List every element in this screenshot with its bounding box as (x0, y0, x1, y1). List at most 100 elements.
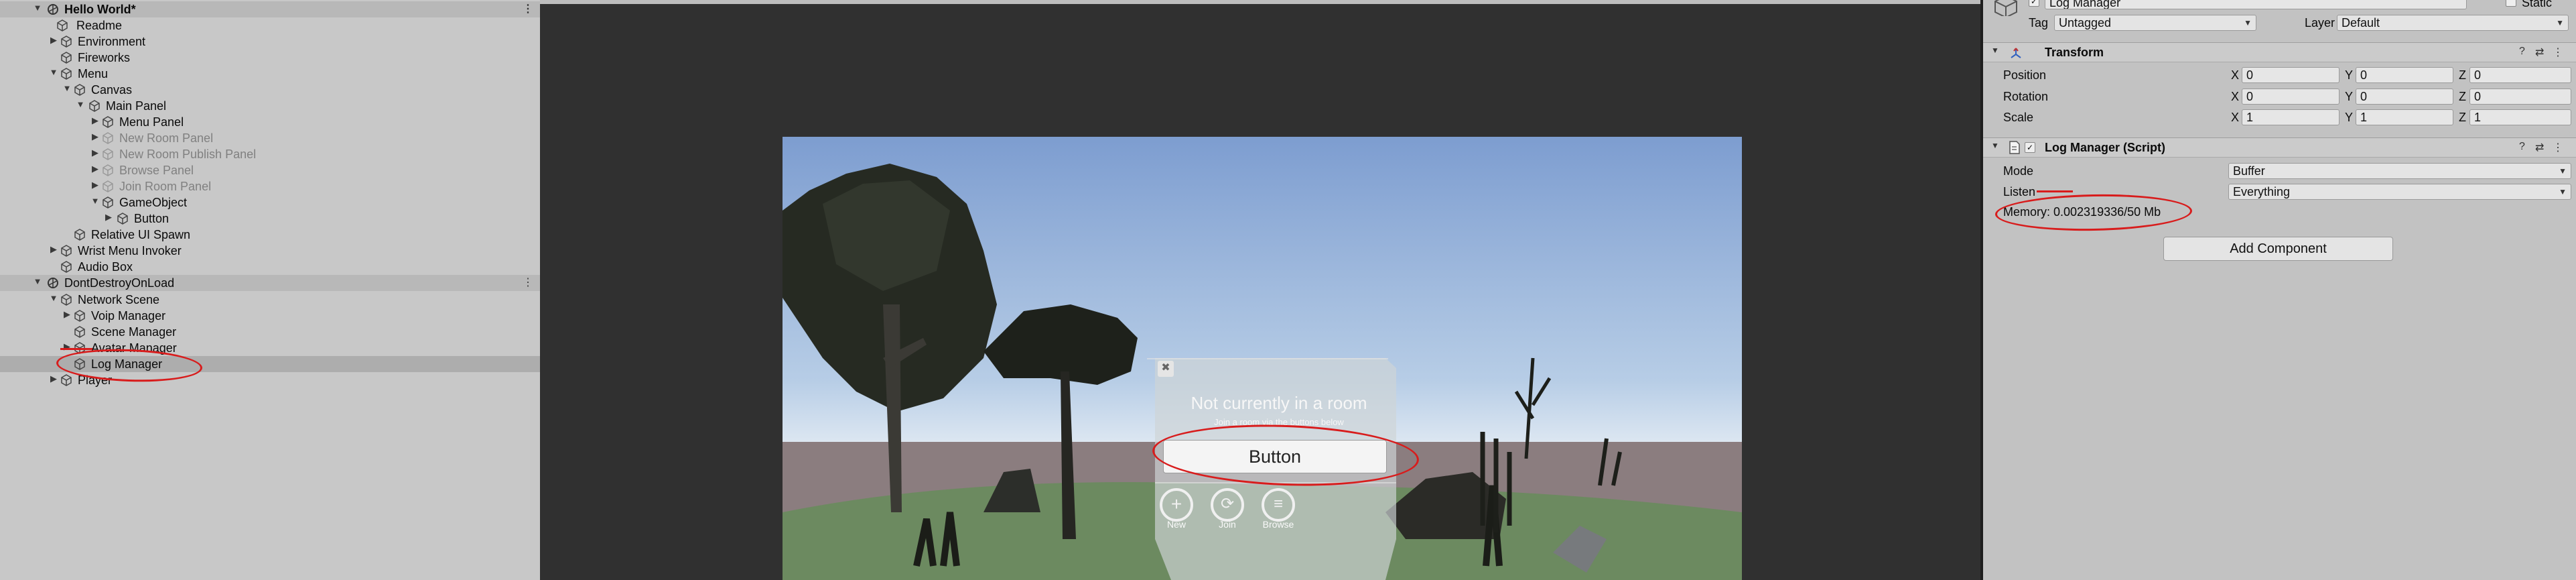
fold-arrow-expanded-icon[interactable]: ▼ (62, 83, 72, 93)
axis-x-label: X (2231, 90, 2240, 103)
game-viewport[interactable]: ✖ Not currently in a room Join a room vi… (783, 137, 1742, 580)
hierarchy-item-player[interactable]: ▶ Player (0, 372, 540, 388)
fold-arrow-collapsed-icon[interactable]: ▶ (90, 115, 100, 126)
gameobject-cube-icon (103, 132, 113, 144)
tag-value: Untagged (2059, 16, 2112, 30)
scale-z-field[interactable]: 1 (2469, 109, 2571, 125)
scene-view[interactable]: ✖ Not currently in a room Join a room vi… (540, 0, 1983, 580)
join-icon: ⟳ (1211, 488, 1244, 522)
chevron-down-icon: ▼ (2559, 187, 2567, 196)
hierarchy-item-environment[interactable]: ▶ Environment (0, 34, 540, 50)
hierarchy-item-canvas[interactable]: ▼ Canvas (0, 82, 540, 98)
object-name-field[interactable]: Log Manager (2045, 0, 2467, 9)
fold-arrow-collapsed-icon[interactable]: ▶ (90, 131, 100, 142)
position-z-field[interactable]: 0 (2469, 67, 2571, 83)
fold-arrow-collapsed-icon[interactable]: ▶ (62, 341, 72, 352)
hierarchy-item-main-panel[interactable]: ▼ Main Panel (0, 98, 540, 114)
rotation-z-field[interactable]: 0 (2469, 89, 2571, 105)
context-menu-icon[interactable]: ⋮ (2553, 141, 2563, 154)
help-icon[interactable]: ? (2519, 46, 2525, 58)
add-component-button[interactable]: Add Component (2163, 237, 2393, 261)
hierarchy-item-scene-manager[interactable]: Scene Manager (0, 324, 540, 340)
hierarchy-item-button[interactable]: ▶ Button (0, 211, 540, 227)
hierarchy-item-new-room-panel[interactable]: ▶ New Room Panel (0, 130, 540, 146)
position-x-field[interactable]: 0 (2242, 67, 2340, 83)
scene-menu-icon[interactable]: ⋮ (523, 2, 533, 15)
hierarchy-item-label: Join Room Panel (119, 180, 212, 193)
hierarchy-item-join-room-panel[interactable]: ▶ Join Room Panel (0, 178, 540, 194)
hierarchy-item-wrist-menu-invoker[interactable]: ▶ Wrist Menu Invoker (0, 243, 540, 259)
layer-dropdown[interactable]: Default ▼ (2337, 15, 2569, 31)
hierarchy-item-gameobject[interactable]: ▼ GameObject (0, 194, 540, 211)
rotation-y-field[interactable]: 0 (2356, 89, 2453, 105)
position-label: Position (2003, 68, 2047, 82)
fold-arrow-collapsed-icon[interactable]: ▶ (62, 309, 72, 320)
fold-arrow-collapsed-icon[interactable]: ▶ (90, 148, 100, 158)
chevron-down-icon: ▼ (2559, 166, 2567, 176)
hierarchy-item-browse-panel[interactable]: ▶ Browse Panel (0, 162, 540, 178)
fold-arrow-collapsed-icon[interactable]: ▶ (103, 212, 114, 223)
static-checkbox[interactable] (2506, 0, 2516, 7)
hierarchy-item-label: Wrist Menu Invoker (78, 244, 182, 257)
scene-button[interactable]: Button (1163, 440, 1387, 473)
panel-action-join[interactable]: ⟳ Join (1206, 488, 1249, 530)
rotation-x-field[interactable]: 0 (2242, 89, 2340, 105)
fold-arrow-expanded-icon[interactable]: ▼ (1991, 46, 1999, 55)
tag-dropdown[interactable]: Untagged ▼ (2054, 15, 2256, 31)
hierarchy-item-network-scene[interactable]: ▼ Network Scene (0, 292, 540, 308)
panel-close-icon[interactable]: ✖ (1158, 361, 1174, 377)
fold-arrow-expanded-icon[interactable]: ▼ (48, 293, 59, 303)
panel-subtitle: Join a room via the buttons below (1214, 417, 1344, 427)
fold-arrow-expanded-icon[interactable]: ▼ (48, 67, 59, 77)
hierarchy-item-label: Button (134, 212, 170, 225)
hierarchy-item-label: GameObject (119, 196, 188, 209)
component-enabled-checkbox[interactable]: ✓ (2025, 142, 2035, 153)
fold-arrow-expanded-icon[interactable]: ▼ (90, 196, 100, 206)
hierarchy-item-audio-box[interactable]: Audio Box (0, 259, 540, 275)
fold-arrow-collapsed-icon[interactable]: ▶ (90, 164, 100, 174)
fold-arrow-expanded-icon[interactable]: ▼ (1991, 141, 1999, 150)
axis-z-label: Z (2459, 111, 2466, 124)
hierarchy-item-label: Environment (78, 35, 146, 48)
chevron-down-icon: ▼ (2556, 18, 2564, 27)
hierarchy-item-menu[interactable]: ▼ Menu (0, 66, 540, 82)
log-manager-title: Log Manager (Script) (2045, 141, 2166, 154)
inspector-panel: ✓ Log Manager Static Tag Untagged ▼ Layer… (1983, 0, 2576, 580)
hierarchy-scene-hello-world[interactable]: ▼ Hello World* ⋮ (0, 1, 540, 17)
fold-arrow-collapsed-icon[interactable]: ▶ (48, 35, 59, 46)
hierarchy-scene-dontdestroyonload[interactable]: ▼ DontDestroyOnLoad ⋮ (0, 275, 540, 291)
fold-arrow-expanded-icon[interactable]: ▼ (32, 276, 43, 286)
hierarchy-item-label: Network Scene (78, 293, 160, 306)
hierarchy-item-new-room-publish-panel[interactable]: ▶ New Room Publish Panel (0, 146, 540, 162)
list-icon: ≡ (1262, 488, 1295, 522)
preset-icon[interactable]: ⇄ (2535, 46, 2544, 59)
mode-dropdown[interactable]: Buffer ▼ (2228, 163, 2571, 179)
log-manager-header[interactable]: ▼ ✓ Log Manager (Script) ? ⇄ ⋮ (1983, 137, 2576, 158)
help-icon[interactable]: ? (2519, 141, 2525, 153)
listen-dropdown[interactable]: Everything ▼ (2228, 184, 2571, 200)
hierarchy-item-relative-ui-spawn[interactable]: Relative UI Spawn (0, 227, 540, 243)
panel-action-browse[interactable]: ≡ Browse (1257, 488, 1300, 530)
context-menu-icon[interactable]: ⋮ (2553, 46, 2563, 59)
panel-action-new[interactable]: + New (1155, 488, 1198, 530)
scene-menu-icon[interactable]: ⋮ (523, 276, 533, 289)
fold-arrow-expanded-icon[interactable]: ▼ (75, 99, 86, 109)
scale-y-field[interactable]: 1 (2356, 109, 2453, 125)
fold-arrow-collapsed-icon[interactable]: ▶ (90, 180, 100, 190)
active-checkbox[interactable]: ✓ (2029, 0, 2039, 7)
gameobject-cube-icon (103, 196, 113, 209)
gameobject-cube-icon (61, 261, 72, 273)
hierarchy-item-voip-manager[interactable]: ▶ Voip Manager (0, 308, 540, 324)
fold-arrow-collapsed-icon[interactable]: ▶ (48, 244, 59, 255)
transform-header[interactable]: ▼ Transform ? ⇄ ⋮ (1983, 42, 2576, 62)
fold-arrow-expanded-icon[interactable]: ▼ (32, 3, 43, 13)
hierarchy-item-log-manager[interactable]: Log Manager (0, 356, 540, 372)
transform-axes-icon (2011, 48, 2021, 58)
position-y-field[interactable]: 0 (2356, 67, 2453, 83)
hierarchy-item-readme[interactable]: Readme (0, 17, 540, 34)
fold-arrow-collapsed-icon[interactable]: ▶ (48, 373, 59, 384)
scale-x-field[interactable]: 1 (2242, 109, 2340, 125)
preset-icon[interactable]: ⇄ (2535, 141, 2544, 154)
hierarchy-item-menu-panel[interactable]: ▶ Menu Panel (0, 114, 540, 130)
hierarchy-item-fireworks[interactable]: Fireworks (0, 50, 540, 66)
